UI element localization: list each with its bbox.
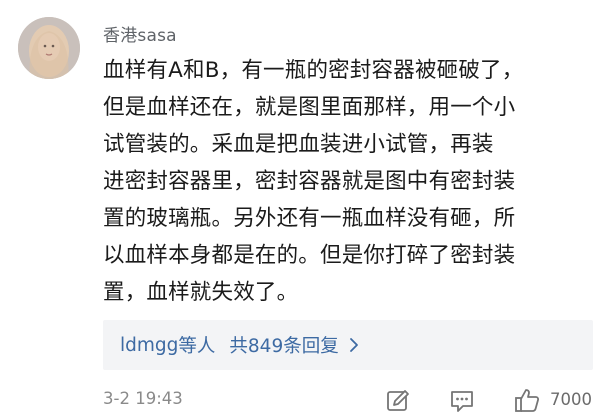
reply-users: ldmgg xyxy=(120,334,179,356)
comment-line: 但是血样还在，就是图里面那样，用一个小 xyxy=(103,95,516,120)
comment-line: 血样有A和B，有一瓶的密封容器被砸破了， xyxy=(103,58,524,83)
reply-count: 共849条回复 xyxy=(229,336,339,357)
replies-link[interactable]: ldmgg 等人 共849条回复 xyxy=(103,320,593,370)
like-count: 7000 xyxy=(550,390,592,409)
thumbs-up-icon[interactable] xyxy=(513,386,541,414)
comment-footer: 3-2 19:43 7000 xyxy=(0,383,613,419)
avatar[interactable] xyxy=(18,17,80,79)
chevron-right-icon xyxy=(349,337,359,353)
comment-line: 置的玻璃瓶。另外还有一瓶血样没有砸，所 xyxy=(103,206,516,231)
comment-line: 置，血样就失效了。 xyxy=(103,280,299,305)
comment-line: 试管装的。采血是把血装进小试管，再装 xyxy=(103,132,494,157)
comment-icon[interactable] xyxy=(448,387,476,415)
username[interactable]: 香港sasa xyxy=(103,21,177,46)
timestamp: 3-2 19:43 xyxy=(103,389,183,408)
avatar-image xyxy=(18,17,80,79)
comment-line: 以血样本身都是在的。但是你打碎了密封装 xyxy=(103,243,516,268)
reply-users-suffix: 等人 xyxy=(178,336,216,357)
comment-line: 进密封容器里，密封容器就是图中有密封装 xyxy=(103,169,516,194)
edit-icon[interactable] xyxy=(384,387,412,415)
comment-text: 血样有A和B，有一瓶的密封容器被砸破了， 但是血样还在，就是图里面那样，用一个小… xyxy=(103,52,603,311)
